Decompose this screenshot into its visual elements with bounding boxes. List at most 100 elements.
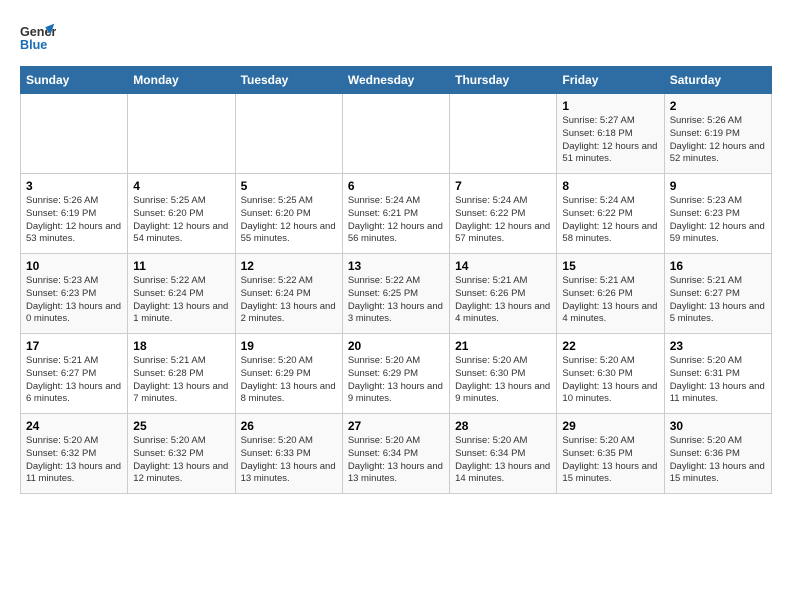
calendar-cell: 29 Sunrise: 5:20 AM Sunset: 6:35 PM Dayli… xyxy=(557,414,664,494)
calendar-cell: 9 Sunrise: 5:23 AM Sunset: 6:23 PM Daylig… xyxy=(664,174,771,254)
day-detail: Sunrise: 5:20 AM Sunset: 6:36 PM Dayligh… xyxy=(670,435,766,486)
calendar-header: SundayMondayTuesdayWednesdayThursdayFrid… xyxy=(21,67,772,94)
day-detail: Sunrise: 5:26 AM Sunset: 6:19 PM Dayligh… xyxy=(26,195,122,246)
day-detail: Sunrise: 5:22 AM Sunset: 6:24 PM Dayligh… xyxy=(133,275,229,326)
day-number: 11 xyxy=(133,259,229,273)
day-number: 23 xyxy=(670,339,766,353)
day-number: 10 xyxy=(26,259,122,273)
calendar-cell: 1 Sunrise: 5:27 AM Sunset: 6:18 PM Daylig… xyxy=(557,94,664,174)
day-number: 19 xyxy=(241,339,337,353)
calendar-cell: 5 Sunrise: 5:25 AM Sunset: 6:20 PM Daylig… xyxy=(235,174,342,254)
day-header-saturday: Saturday xyxy=(664,67,771,94)
calendar-cell: 15Sunrise: 5:21 AM Sunset: 6:26 PM Dayli… xyxy=(557,254,664,334)
calendar-cell: 7 Sunrise: 5:24 AM Sunset: 6:22 PM Daylig… xyxy=(450,174,557,254)
logo-icon: General Blue xyxy=(20,20,56,56)
day-number: 17 xyxy=(26,339,122,353)
calendar-cell: 11 Sunrise: 5:22 AM Sunset: 6:24 PM Dayli… xyxy=(128,254,235,334)
calendar-cell xyxy=(235,94,342,174)
day-detail: Sunrise: 5:24 AM Sunset: 6:22 PM Dayligh… xyxy=(455,195,551,246)
day-number: 14 xyxy=(455,259,551,273)
calendar-cell xyxy=(128,94,235,174)
day-header-monday: Monday xyxy=(128,67,235,94)
day-detail: Sunrise: 5:25 AM Sunset: 6:20 PM Dayligh… xyxy=(133,195,229,246)
day-detail: Sunrise: 5:21 AM Sunset: 6:27 PM Dayligh… xyxy=(670,275,766,326)
calendar-cell: 30 Sunrise: 5:20 AM Sunset: 6:36 PM Dayli… xyxy=(664,414,771,494)
day-number: 29 xyxy=(562,419,658,433)
day-detail: Sunrise: 5:27 AM Sunset: 6:18 PM Dayligh… xyxy=(562,115,658,166)
day-number: 8 xyxy=(562,179,658,193)
day-detail: Sunrise: 5:24 AM Sunset: 6:21 PM Dayligh… xyxy=(348,195,444,246)
day-header-wednesday: Wednesday xyxy=(342,67,449,94)
calendar-cell xyxy=(21,94,128,174)
day-detail: Sunrise: 5:22 AM Sunset: 6:25 PM Dayligh… xyxy=(348,275,444,326)
calendar-body: 1 Sunrise: 5:27 AM Sunset: 6:18 PM Daylig… xyxy=(21,94,772,494)
calendar-cell: 16Sunrise: 5:21 AM Sunset: 6:27 PM Dayli… xyxy=(664,254,771,334)
calendar-cell xyxy=(342,94,449,174)
day-detail: Sunrise: 5:21 AM Sunset: 6:27 PM Dayligh… xyxy=(26,355,122,406)
day-detail: Sunrise: 5:23 AM Sunset: 6:23 PM Dayligh… xyxy=(670,195,766,246)
calendar-cell: 24 Sunrise: 5:20 AM Sunset: 6:32 PM Dayli… xyxy=(21,414,128,494)
calendar-cell: 3 Sunrise: 5:26 AM Sunset: 6:19 PM Daylig… xyxy=(21,174,128,254)
day-detail: Sunrise: 5:23 AM Sunset: 6:23 PM Dayligh… xyxy=(26,275,122,326)
day-detail: Sunrise: 5:22 AM Sunset: 6:24 PM Dayligh… xyxy=(241,275,337,326)
day-number: 9 xyxy=(670,179,766,193)
calendar-cell: 10 Sunrise: 5:23 AM Sunset: 6:23 PM Dayli… xyxy=(21,254,128,334)
day-detail: Sunrise: 5:20 AM Sunset: 6:31 PM Dayligh… xyxy=(670,355,766,406)
day-detail: Sunrise: 5:25 AM Sunset: 6:20 PM Dayligh… xyxy=(241,195,337,246)
day-number: 2 xyxy=(670,99,766,113)
day-number: 24 xyxy=(26,419,122,433)
calendar-cell: 20Sunrise: 5:20 AM Sunset: 6:29 PM Dayli… xyxy=(342,334,449,414)
day-detail: Sunrise: 5:24 AM Sunset: 6:22 PM Dayligh… xyxy=(562,195,658,246)
calendar-cell: 4 Sunrise: 5:25 AM Sunset: 6:20 PM Daylig… xyxy=(128,174,235,254)
day-detail: Sunrise: 5:20 AM Sunset: 6:29 PM Dayligh… xyxy=(241,355,337,406)
week-row-5: 24 Sunrise: 5:20 AM Sunset: 6:32 PM Dayli… xyxy=(21,414,772,494)
calendar-cell: 18Sunrise: 5:21 AM Sunset: 6:28 PM Dayli… xyxy=(128,334,235,414)
day-detail: Sunrise: 5:26 AM Sunset: 6:19 PM Dayligh… xyxy=(670,115,766,166)
day-number: 6 xyxy=(348,179,444,193)
day-detail: Sunrise: 5:20 AM Sunset: 6:29 PM Dayligh… xyxy=(348,355,444,406)
calendar-cell: 2 Sunrise: 5:26 AM Sunset: 6:19 PM Daylig… xyxy=(664,94,771,174)
calendar-cell: 14Sunrise: 5:21 AM Sunset: 6:26 PM Dayli… xyxy=(450,254,557,334)
day-number: 27 xyxy=(348,419,444,433)
calendar-cell: 23 Sunrise: 5:20 AM Sunset: 6:31 PM Dayli… xyxy=(664,334,771,414)
day-number: 3 xyxy=(26,179,122,193)
day-number: 1 xyxy=(562,99,658,113)
day-number: 30 xyxy=(670,419,766,433)
day-header-tuesday: Tuesday xyxy=(235,67,342,94)
day-number: 21 xyxy=(455,339,551,353)
logo: General Blue xyxy=(20,20,56,56)
week-row-1: 1 Sunrise: 5:27 AM Sunset: 6:18 PM Daylig… xyxy=(21,94,772,174)
day-number: 12 xyxy=(241,259,337,273)
header: General Blue xyxy=(20,20,772,56)
day-number: 7 xyxy=(455,179,551,193)
day-header-thursday: Thursday xyxy=(450,67,557,94)
day-header-sunday: Sunday xyxy=(21,67,128,94)
calendar-cell xyxy=(450,94,557,174)
calendar-cell: 26 Sunrise: 5:20 AM Sunset: 6:33 PM Dayli… xyxy=(235,414,342,494)
day-number: 4 xyxy=(133,179,229,193)
calendar-cell: 25Sunrise: 5:20 AM Sunset: 6:32 PM Dayli… xyxy=(128,414,235,494)
day-number: 18 xyxy=(133,339,229,353)
calendar-cell: 17 Sunrise: 5:21 AM Sunset: 6:27 PM Dayli… xyxy=(21,334,128,414)
calendar-cell: 13 Sunrise: 5:22 AM Sunset: 6:25 PM Dayli… xyxy=(342,254,449,334)
day-number: 26 xyxy=(241,419,337,433)
day-number: 13 xyxy=(348,259,444,273)
calendar-cell: 21Sunrise: 5:20 AM Sunset: 6:30 PM Dayli… xyxy=(450,334,557,414)
day-number: 28 xyxy=(455,419,551,433)
day-number: 25 xyxy=(133,419,229,433)
day-number: 5 xyxy=(241,179,337,193)
calendar-cell: 8 Sunrise: 5:24 AM Sunset: 6:22 PM Daylig… xyxy=(557,174,664,254)
day-detail: Sunrise: 5:20 AM Sunset: 6:33 PM Dayligh… xyxy=(241,435,337,486)
calendar-cell: 28 Sunrise: 5:20 AM Sunset: 6:34 PM Dayli… xyxy=(450,414,557,494)
calendar-cell: 6 Sunrise: 5:24 AM Sunset: 6:21 PM Daylig… xyxy=(342,174,449,254)
day-detail: Sunrise: 5:20 AM Sunset: 6:35 PM Dayligh… xyxy=(562,435,658,486)
calendar-cell: 22Sunrise: 5:20 AM Sunset: 6:30 PM Dayli… xyxy=(557,334,664,414)
calendar-table: SundayMondayTuesdayWednesdayThursdayFrid… xyxy=(20,66,772,494)
day-detail: Sunrise: 5:20 AM Sunset: 6:34 PM Dayligh… xyxy=(455,435,551,486)
calendar-cell: 12 Sunrise: 5:22 AM Sunset: 6:24 PM Dayli… xyxy=(235,254,342,334)
day-detail: Sunrise: 5:20 AM Sunset: 6:30 PM Dayligh… xyxy=(562,355,658,406)
day-detail: Sunrise: 5:20 AM Sunset: 6:34 PM Dayligh… xyxy=(348,435,444,486)
header-row: SundayMondayTuesdayWednesdayThursdayFrid… xyxy=(21,67,772,94)
week-row-4: 17 Sunrise: 5:21 AM Sunset: 6:27 PM Dayli… xyxy=(21,334,772,414)
day-detail: Sunrise: 5:20 AM Sunset: 6:32 PM Dayligh… xyxy=(26,435,122,486)
